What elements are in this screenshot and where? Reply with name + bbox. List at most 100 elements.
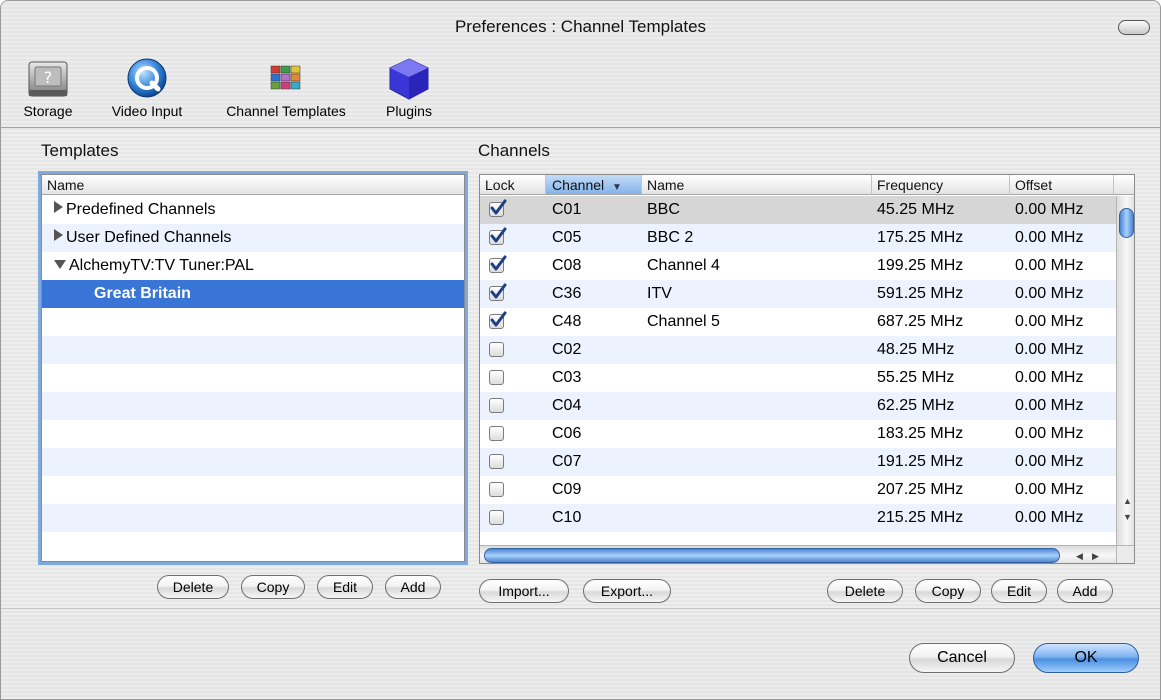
- channel-row[interactable]: C08 Channel 4 199.25 MHz 0.00 MHz: [480, 252, 1116, 280]
- channel-column-header[interactable]: Channel ▼: [546, 175, 642, 195]
- channel-row[interactable]: C48 Channel 5 687.25 MHz 0.00 MHz: [480, 308, 1116, 336]
- toolbar-item-plugins[interactable]: Plugins: [373, 53, 445, 127]
- name-column-header[interactable]: Name: [642, 175, 872, 195]
- export-button[interactable]: Export...: [583, 579, 671, 603]
- channel-row[interactable]: C02 48.25 MHz 0.00 MHz: [480, 336, 1116, 364]
- channels-delete-button[interactable]: Delete: [827, 579, 903, 603]
- channels-vertical-scrollbar[interactable]: ▲ ▼: [1116, 196, 1134, 545]
- channel-column-header-label: Channel: [552, 177, 605, 193]
- toolbar-item-label: Plugins: [386, 103, 432, 119]
- frequency-cell: 62.25 MHz: [877, 397, 955, 414]
- channel-cell: C02: [552, 341, 582, 358]
- channel-cell: C05: [552, 229, 582, 246]
- channel-cell: C01: [552, 201, 582, 218]
- channel-cell: C07: [552, 453, 582, 470]
- lock-checkbox[interactable]: [489, 311, 507, 329]
- offset-cell: 0.00 MHz: [1015, 369, 1084, 386]
- channel-row[interactable]: C01 BBC 45.25 MHz 0.00 MHz: [480, 196, 1116, 224]
- frequency-cell: 48.25 MHz: [877, 341, 955, 358]
- lock-checkbox[interactable]: [489, 454, 504, 469]
- name-cell: ITV: [647, 285, 672, 302]
- frequency-cell: 215.25 MHz: [877, 509, 964, 526]
- channels-copy-button[interactable]: Copy: [915, 579, 981, 603]
- channel-row[interactable]: C36 ITV 591.25 MHz 0.00 MHz: [480, 280, 1116, 308]
- channel-row[interactable]: C05 BBC 2 175.25 MHz 0.00 MHz: [480, 224, 1116, 252]
- channel-row[interactable]: C10 215.25 MHz 0.00 MHz: [480, 504, 1116, 532]
- lock-column-header[interactable]: Lock: [480, 175, 546, 195]
- channel-row[interactable]: C06 183.25 MHz 0.00 MHz: [480, 420, 1116, 448]
- scroll-left-arrow-icon[interactable]: ◀: [1076, 551, 1083, 561]
- channel-cell: C10: [552, 509, 582, 526]
- templates-copy-button[interactable]: Copy: [241, 575, 305, 599]
- tree-item-label: AlchemyTV:TV Tuner:PAL: [69, 257, 254, 274]
- channels-add-button[interactable]: Add: [1057, 579, 1113, 603]
- channel-row[interactable]: C03 55.25 MHz 0.00 MHz: [480, 364, 1116, 392]
- lock-checkbox[interactable]: [489, 227, 507, 245]
- scroll-right-arrow-icon[interactable]: ▶: [1092, 551, 1099, 561]
- import-button[interactable]: Import...: [479, 579, 569, 603]
- lock-checkbox[interactable]: [489, 482, 504, 497]
- disclosure-triangle-expanded-icon[interactable]: [54, 260, 66, 269]
- channel-cell: C36: [552, 285, 582, 302]
- toolbar-item-label: Video Input: [111, 103, 183, 119]
- ok-button[interactable]: OK: [1033, 643, 1139, 673]
- lock-checkbox[interactable]: [489, 283, 507, 301]
- tree-item-label: User Defined Channels: [66, 229, 232, 246]
- checkmark-icon: [490, 227, 507, 243]
- disclosure-triangle-icon[interactable]: [54, 201, 63, 213]
- channel-row[interactable]: C09 207.25 MHz 0.00 MHz: [480, 476, 1116, 504]
- hard-drive-icon: ?: [25, 56, 71, 105]
- lock-checkbox[interactable]: [489, 426, 504, 441]
- tree-item-great-britain[interactable]: Great Britain: [94, 280, 191, 308]
- lock-checkbox[interactable]: [489, 342, 504, 357]
- offset-column-header[interactable]: Offset: [1010, 175, 1114, 195]
- toolbar-item-label: Channel Templates: [226, 103, 346, 119]
- channels-edit-button[interactable]: Edit: [991, 579, 1047, 603]
- templates-add-button[interactable]: Add: [385, 575, 441, 599]
- checkmark-icon: [490, 199, 507, 215]
- templates-heading: Templates: [41, 141, 119, 160]
- templates-outline[interactable]: Name Predefined Channels User Defined Ch…: [41, 174, 465, 562]
- name-cell: Channel 4: [647, 257, 720, 274]
- toolbar-toggle-button[interactable]: [1118, 20, 1150, 35]
- toolbar: ? Storage Video Input Channel Templates …: [1, 53, 1160, 128]
- offset-cell: 0.00 MHz: [1015, 341, 1084, 358]
- frequency-cell: 207.25 MHz: [877, 481, 964, 498]
- lock-checkbox[interactable]: [489, 370, 504, 385]
- name-cell: BBC 2: [647, 229, 694, 246]
- toolbar-item-channel-templates[interactable]: Channel Templates: [205, 53, 367, 127]
- channels-table[interactable]: Lock Channel ▼ Name Frequency Offset C01…: [479, 174, 1135, 564]
- frequency-column-header[interactable]: Frequency: [872, 175, 1010, 195]
- channel-row[interactable]: C04 62.25 MHz 0.00 MHz: [480, 392, 1116, 420]
- templates-name-column-header[interactable]: Name: [42, 175, 464, 195]
- toolbar-item-storage[interactable]: ? Storage: [7, 53, 89, 127]
- lock-checkbox[interactable]: [489, 199, 507, 217]
- frequency-cell: 55.25 MHz: [877, 369, 955, 386]
- channel-cell: C09: [552, 481, 582, 498]
- tree-item-predefined-channels[interactable]: Predefined Channels: [54, 196, 215, 224]
- frequency-cell: 199.25 MHz: [877, 257, 964, 274]
- offset-cell: 0.00 MHz: [1015, 397, 1084, 414]
- scroll-down-arrow-icon[interactable]: ▼: [1123, 512, 1132, 522]
- scroll-up-arrow-icon[interactable]: ▲: [1123, 496, 1132, 506]
- disclosure-triangle-icon[interactable]: [54, 229, 63, 241]
- lock-checkbox[interactable]: [489, 510, 504, 525]
- cancel-button[interactable]: Cancel: [909, 643, 1015, 673]
- tree-item-user-defined-channels[interactable]: User Defined Channels: [54, 224, 231, 252]
- checkmark-icon: [490, 283, 507, 299]
- checkmark-icon: [490, 255, 507, 271]
- title-bar[interactable]: Preferences : Channel Templates: [1, 1, 1160, 53]
- lock-checkbox[interactable]: [489, 255, 507, 273]
- templates-delete-button[interactable]: Delete: [157, 575, 229, 599]
- tree-item-alchemytv-tuner[interactable]: AlchemyTV:TV Tuner:PAL: [54, 252, 254, 280]
- channel-row[interactable]: C07 191.25 MHz 0.00 MHz: [480, 448, 1116, 476]
- frequency-cell: 45.25 MHz: [877, 201, 955, 218]
- lock-checkbox[interactable]: [489, 398, 504, 413]
- templates-edit-button[interactable]: Edit: [317, 575, 373, 599]
- frequency-cell: 687.25 MHz: [877, 313, 964, 330]
- channels-horizontal-scrollbar[interactable]: ◀ ▶: [480, 545, 1116, 563]
- toolbar-item-video-input[interactable]: Video Input: [95, 53, 199, 127]
- horizontal-scroll-thumb[interactable]: [484, 548, 1060, 563]
- vertical-scroll-thumb[interactable]: [1119, 208, 1134, 238]
- header-corner: [1114, 175, 1134, 195]
